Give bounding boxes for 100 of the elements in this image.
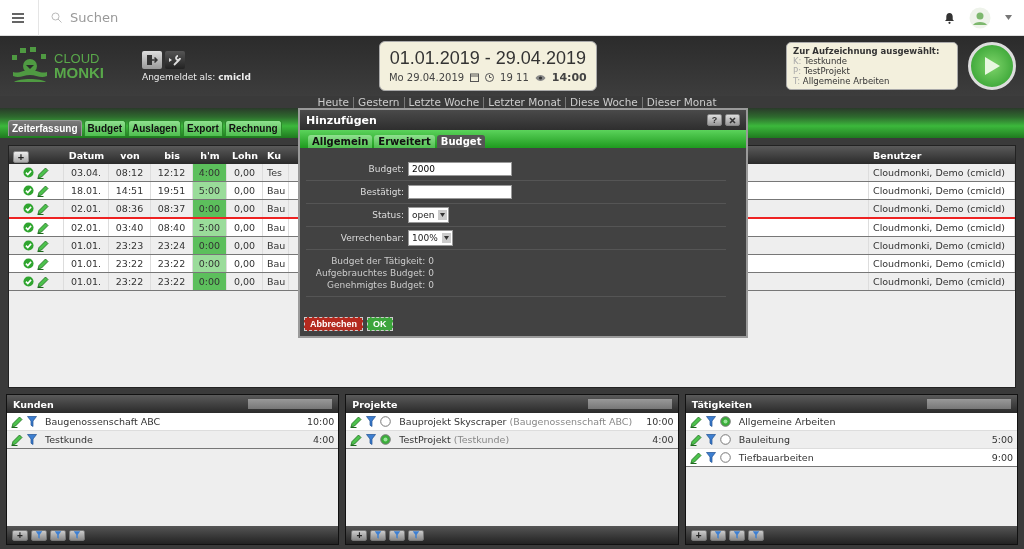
logout-button[interactable] [142, 50, 162, 69]
filter-button[interactable] [408, 529, 425, 541]
help-button[interactable]: ? [707, 114, 722, 126]
filter-icon[interactable] [705, 416, 716, 427]
quick-date-link[interactable]: Dieser Monat [641, 96, 721, 108]
column-header[interactable]: Datum [64, 146, 109, 165]
close-button[interactable] [725, 114, 740, 126]
menu-icon[interactable] [12, 12, 24, 23]
pencil-icon[interactable] [37, 221, 49, 234]
filter-icon[interactable] [366, 416, 377, 427]
tab[interactable]: Export [183, 120, 223, 136]
radio-button[interactable] [380, 434, 392, 445]
panel-title: Kunden [13, 398, 54, 410]
tab[interactable]: Budget [83, 120, 127, 136]
radio-button[interactable] [380, 416, 392, 427]
filter-icon[interactable] [705, 434, 716, 445]
table-cell: Cloudmonki, Demo (cmicld) [869, 273, 1015, 290]
filter-field[interactable] [587, 399, 672, 409]
tab[interactable]: Zeiterfassung [8, 120, 82, 136]
column-header[interactable]: Lohn [227, 146, 263, 165]
filter-button[interactable] [747, 529, 764, 541]
filter-button[interactable] [50, 529, 66, 541]
pencil-icon[interactable] [689, 433, 702, 446]
table-cell: 08:36 [109, 200, 151, 217]
pencil-icon[interactable] [37, 239, 49, 252]
table-cell: 0:00 [193, 255, 227, 272]
pencil-icon[interactable] [689, 415, 702, 428]
check-icon[interactable] [23, 203, 34, 214]
filter-icon[interactable] [705, 452, 716, 463]
add-button[interactable]: + [690, 529, 707, 541]
dialog-tab[interactable]: Erweitert [374, 135, 435, 148]
tab[interactable]: Auslagen [128, 120, 182, 136]
caret-icon[interactable] [1005, 15, 1012, 20]
filter-icon[interactable] [27, 434, 37, 445]
add-button[interactable]: + [351, 529, 368, 541]
add-button[interactable]: + [13, 151, 29, 163]
pencil-icon[interactable] [37, 202, 49, 215]
column-header[interactable]: von [109, 146, 151, 165]
list-item[interactable]: Tiefbauarbeiten [738, 452, 988, 463]
pencil-icon[interactable] [11, 433, 23, 446]
filter-icon[interactable] [27, 416, 37, 427]
filter-button[interactable] [370, 529, 387, 541]
quick-date-link[interactable]: Heute [313, 96, 354, 108]
quick-date-link[interactable]: Letzter Monat [483, 96, 565, 108]
filter-button[interactable] [389, 529, 406, 541]
table-cell: 18.01. [64, 182, 109, 199]
column-header[interactable]: Ku [263, 146, 289, 165]
date-range-panel[interactable]: 01.01.2019 - 29.04.2019 Mo 29.04.2019 19 11 14:00 [378, 41, 597, 91]
list-item[interactable]: TestProjekt (Testkunde) [399, 434, 649, 445]
dialog-tab[interactable]: Allgemein [308, 135, 373, 148]
info-text: Genehmigtes Budget: 0 [325, 280, 434, 290]
filter-button[interactable] [31, 529, 47, 541]
radio-button[interactable] [719, 434, 731, 445]
pencil-icon[interactable] [37, 257, 49, 270]
filter-button[interactable] [709, 529, 726, 541]
cancel-button[interactable]: Abbrechen [304, 317, 363, 331]
list-item[interactable]: Baugenossenschaft ABC [45, 416, 303, 427]
column-header[interactable]: Benutzer [869, 146, 1015, 165]
check-icon[interactable] [23, 222, 34, 233]
radio-button[interactable] [719, 416, 731, 427]
pencil-icon[interactable] [37, 184, 49, 197]
pencil-icon[interactable] [11, 415, 23, 428]
pencil-icon[interactable] [37, 166, 49, 179]
table-cell: 4:00 [193, 164, 227, 181]
hours-text: 9:00 [991, 452, 1013, 463]
pencil-icon[interactable] [350, 433, 363, 446]
check-icon[interactable] [23, 167, 34, 178]
filter-button[interactable] [69, 529, 85, 541]
quick-date-link[interactable]: Gestern [353, 96, 404, 108]
input-field[interactable] [408, 185, 512, 199]
list-item[interactable]: Bauleitung [738, 434, 988, 445]
pencil-icon[interactable] [37, 275, 49, 288]
search-field[interactable]: Suchen [68, 9, 272, 26]
select-field[interactable]: open [408, 207, 450, 223]
column-header[interactable]: bis [151, 146, 193, 165]
check-icon[interactable] [23, 240, 34, 251]
pencil-icon[interactable] [350, 415, 363, 428]
check-icon[interactable] [23, 258, 34, 269]
settings-button[interactable] [165, 50, 185, 69]
bell-icon[interactable] [944, 11, 955, 24]
list-item[interactable]: Bauprojekt Skyscraper (Baugenossenschaft ABC) [399, 416, 643, 427]
filter-field[interactable] [248, 399, 333, 409]
input-field[interactable]: 2000 [408, 162, 512, 176]
play-button[interactable] [968, 42, 1016, 90]
column-header[interactable]: h'm [193, 146, 227, 165]
quick-date-link[interactable]: Diese Woche [564, 96, 642, 108]
filter-button[interactable] [728, 529, 745, 541]
check-icon[interactable] [23, 276, 34, 287]
calendar-icon[interactable] [470, 73, 480, 82]
list-item[interactable]: Testkunde [45, 434, 309, 445]
filter-field[interactable] [927, 399, 1011, 409]
tab[interactable]: Rechnung [224, 120, 282, 136]
filter-icon[interactable] [366, 434, 377, 445]
radio-button[interactable] [719, 452, 731, 463]
select-field[interactable]: 100% [408, 230, 453, 246]
check-icon[interactable] [23, 185, 34, 196]
pencil-icon[interactable] [689, 451, 702, 464]
dialog-tab[interactable]: Budget [436, 135, 486, 148]
quick-date-link[interactable]: Letzte Woche [403, 96, 484, 108]
add-button[interactable]: + [12, 529, 28, 541]
